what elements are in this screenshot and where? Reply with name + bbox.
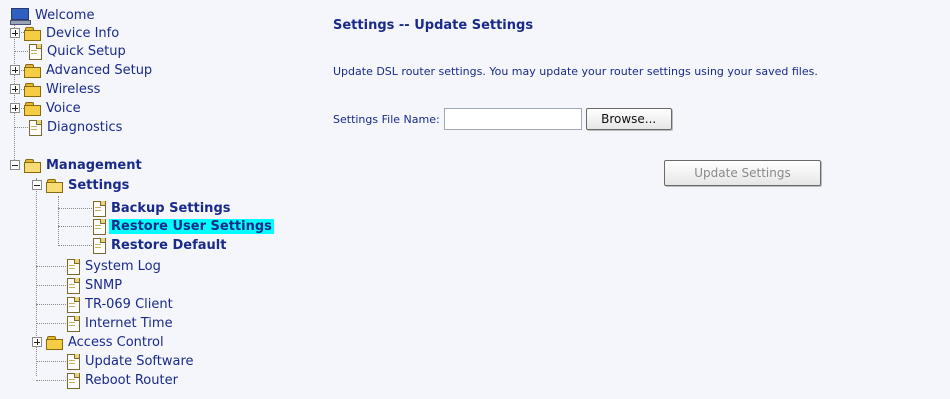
document-icon <box>66 315 80 332</box>
nav-item-label[interactable]: Device Info <box>44 26 121 41</box>
nav-item-label[interactable]: System Log <box>83 259 163 274</box>
nav-item-advanced-setup[interactable]: Advanced Setup <box>10 61 154 79</box>
document-icon <box>28 43 42 60</box>
computer-icon <box>10 7 31 25</box>
document-icon <box>66 353 80 370</box>
folder-icon <box>24 82 41 97</box>
expand-plus-icon[interactable] <box>10 28 20 38</box>
nav-item-label[interactable]: Internet Time <box>83 316 175 331</box>
expand-plus-icon[interactable] <box>32 337 42 347</box>
nav-root-label[interactable]: Welcome <box>33 8 96 23</box>
settings-file-row: Settings File Name: Browse... <box>333 108 672 130</box>
expand-plus-icon[interactable] <box>10 65 20 75</box>
nav-root-welcome[interactable]: Welcome <box>10 6 96 25</box>
settings-file-label: Settings File Name: <box>333 112 440 126</box>
open-folder-icon <box>46 178 63 193</box>
nav-item-snmp[interactable]: SNMP <box>66 276 124 294</box>
nav-item-update-software[interactable]: Update Software <box>66 352 196 370</box>
document-icon <box>92 237 106 254</box>
nav-item-quick-setup[interactable]: Quick Setup <box>28 42 128 60</box>
browse-button[interactable]: Browse... <box>585 108 672 130</box>
document-icon <box>92 200 106 217</box>
folder-icon <box>24 26 41 41</box>
collapse-minus-icon[interactable] <box>10 160 20 170</box>
nav-item-label[interactable]: Settings <box>66 178 131 193</box>
nav-item-restore-default[interactable]: Restore Default <box>92 236 228 254</box>
nav-item-label[interactable]: Voice <box>44 101 83 116</box>
nav-item-label[interactable]: Management <box>44 158 144 173</box>
nav-item-tr069-client[interactable]: TR-069 Client <box>66 295 175 313</box>
page-description: Update DSL router settings. You may upda… <box>333 65 818 78</box>
nav-item-wireless[interactable]: Wireless <box>10 80 102 98</box>
update-settings-button[interactable]: Update Settings <box>664 160 821 186</box>
nav-item-restore-user-settings[interactable]: Restore User Settings <box>92 217 274 235</box>
nav-item-diagnostics[interactable]: Diagnostics <box>28 118 124 136</box>
document-icon <box>66 372 80 389</box>
main-panel: Settings -- Update Settings Update DSL r… <box>333 16 943 186</box>
expand-plus-icon[interactable] <box>10 103 20 113</box>
page-title: Settings -- Update Settings <box>333 18 534 33</box>
collapse-minus-icon[interactable] <box>32 180 42 190</box>
nav-item-label[interactable]: Reboot Router <box>83 373 180 388</box>
nav-item-label[interactable]: Diagnostics <box>45 120 124 135</box>
nav-item-label[interactable]: SNMP <box>83 278 124 293</box>
nav-item-label[interactable]: Backup Settings <box>109 201 232 216</box>
nav-item-label[interactable]: Quick Setup <box>45 44 128 59</box>
settings-file-input[interactable] <box>443 108 582 130</box>
expand-plus-icon[interactable] <box>10 84 20 94</box>
folder-icon <box>24 63 41 78</box>
nav-item-backup-settings[interactable]: Backup Settings <box>92 199 232 217</box>
document-icon <box>92 218 106 235</box>
open-folder-icon <box>24 158 41 173</box>
nav-item-label[interactable]: Restore Default <box>109 238 228 253</box>
nav-item-label[interactable]: Access Control <box>66 335 166 350</box>
document-icon <box>66 277 80 294</box>
nav-item-system-log[interactable]: System Log <box>66 257 163 275</box>
document-icon <box>66 296 80 313</box>
nav-tree: Welcome Device Info Quick Setup Advanced… <box>10 4 310 396</box>
document-icon <box>28 119 42 136</box>
nav-item-settings[interactable]: Settings <box>32 176 131 194</box>
nav-item-label[interactable]: Advanced Setup <box>44 63 154 78</box>
page: Welcome Device Info Quick Setup Advanced… <box>0 0 950 399</box>
nav-item-label[interactable]: TR-069 Client <box>83 297 175 312</box>
nav-item-device-info[interactable]: Device Info <box>10 24 121 42</box>
document-icon <box>66 258 80 275</box>
nav-item-management[interactable]: Management <box>10 156 144 174</box>
nav-item-access-control[interactable]: Access Control <box>32 333 166 351</box>
nav-item-label[interactable]: Wireless <box>44 82 102 97</box>
nav-item-internet-time[interactable]: Internet Time <box>66 314 175 332</box>
nav-item-label-selected[interactable]: Restore User Settings <box>109 218 274 234</box>
nav-item-reboot-router[interactable]: Reboot Router <box>66 371 180 389</box>
nav-item-voice[interactable]: Voice <box>10 99 83 117</box>
folder-icon <box>24 101 41 116</box>
folder-icon <box>46 335 63 350</box>
nav-item-label[interactable]: Update Software <box>83 354 196 369</box>
